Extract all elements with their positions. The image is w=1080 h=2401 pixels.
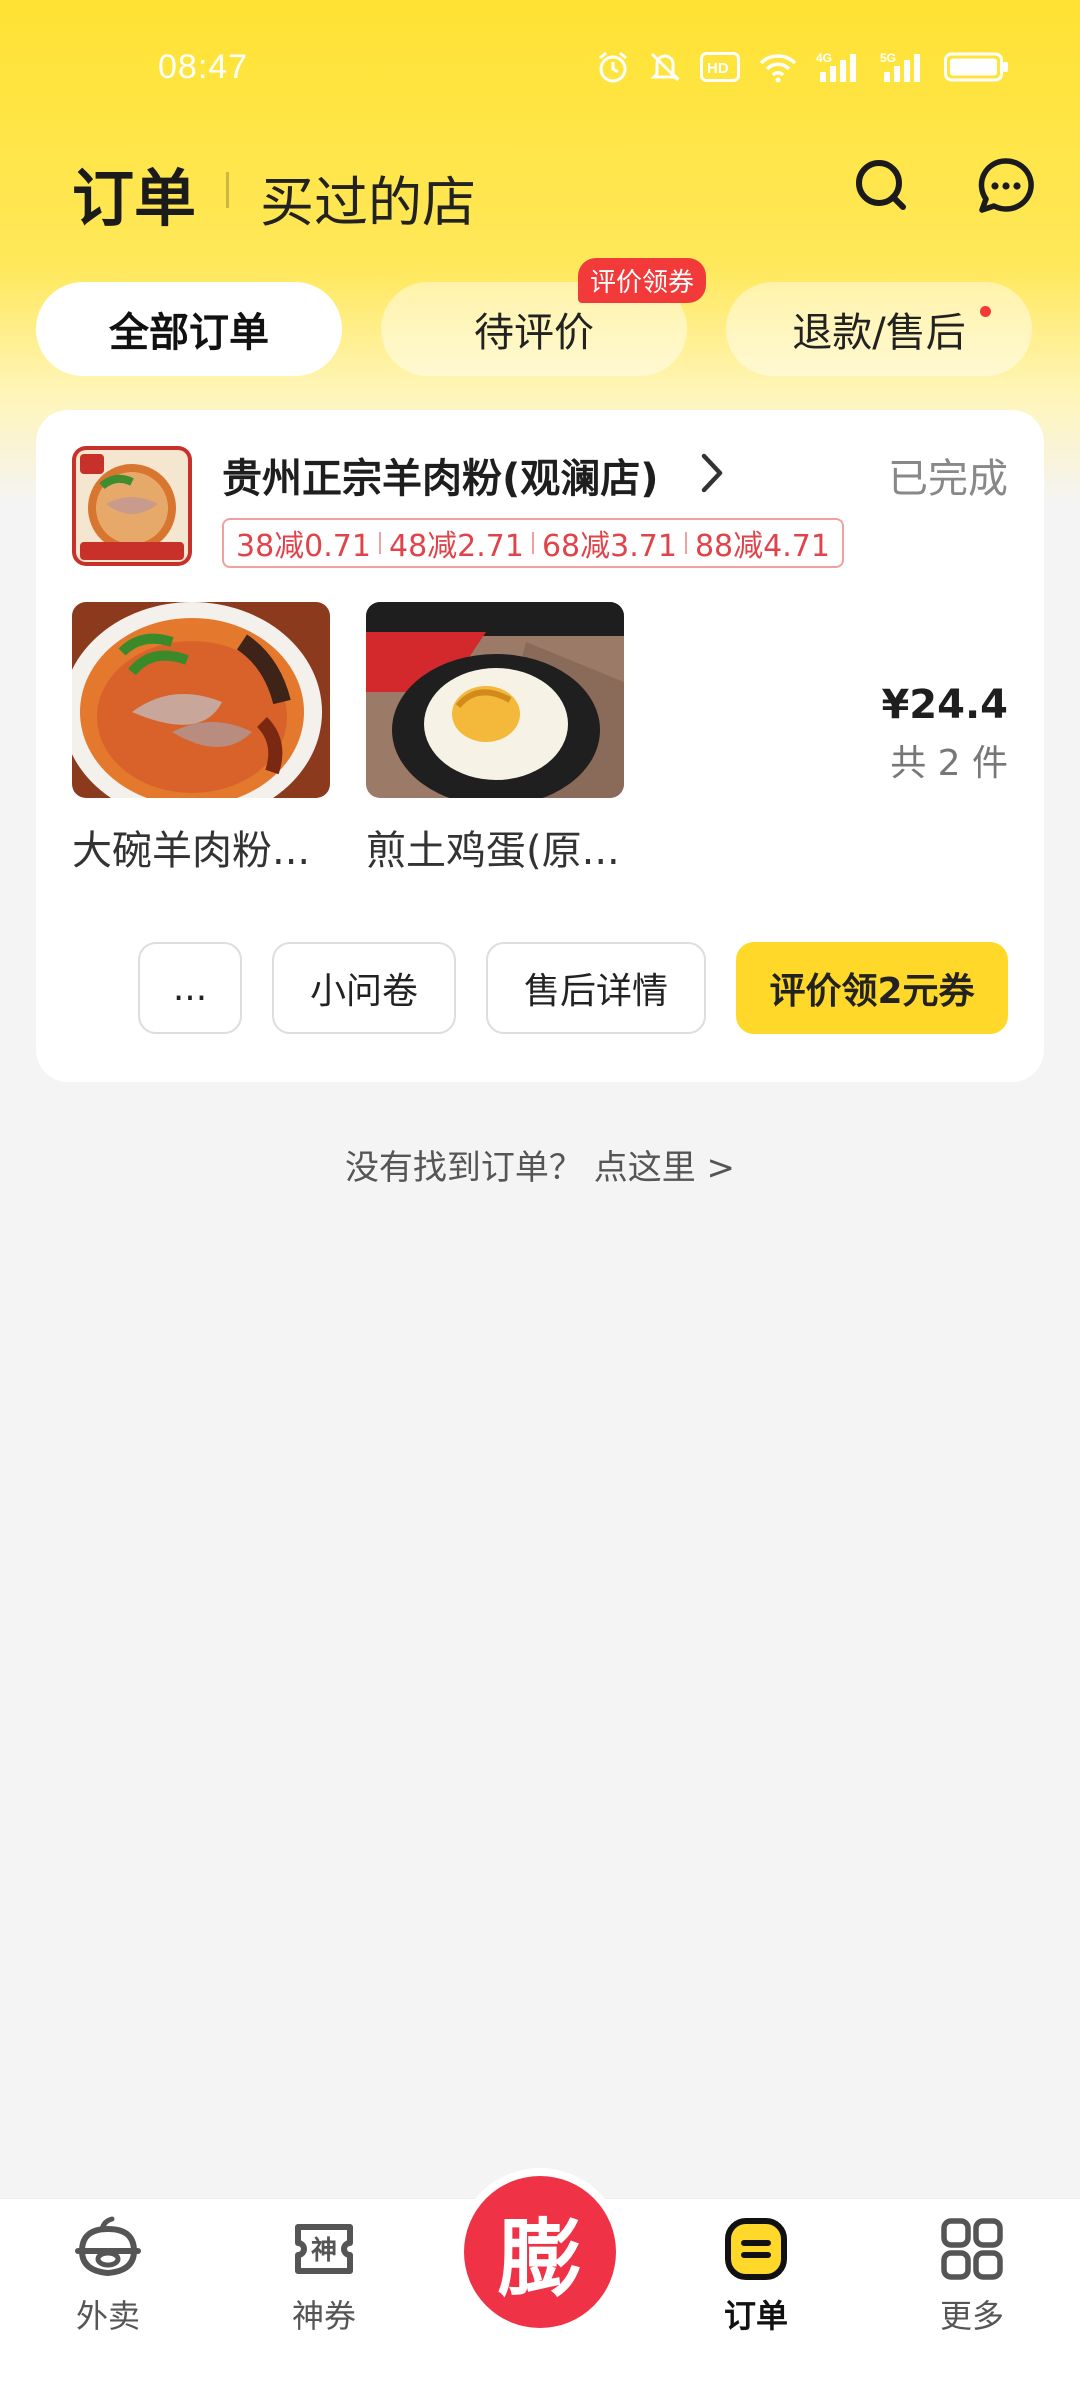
bowl-icon [75,2216,141,2277]
survey-button[interactable]: 小问卷 [272,942,456,1034]
center-logo-glyph: 膨 [497,2208,582,2308]
message-icon[interactable] [976,156,1036,216]
signal-5g-icon: 5G [880,51,920,82]
review-coupon-button[interactable]: 评价领2元券 [736,942,1008,1034]
center-action-button[interactable]: 膨 [456,2168,624,2336]
after-sales-details-button[interactable]: 售后详情 [486,942,706,1034]
item-count: 共 2 件 [890,743,1008,784]
nav-item-orders[interactable]: 订单 [696,2213,816,2337]
dish-name: 煎土鸡蛋(原... [366,828,620,874]
page-header: 订单 买过的店 [0,140,1080,250]
nav-label: 订单 [723,2297,788,2335]
coupon-icon: 神 [295,2224,353,2274]
signal-4g-icon: 4G [816,51,856,82]
nav-item-takeout[interactable]: 外卖 [48,2213,168,2337]
dish-image-fried-egg[interactable] [366,602,624,798]
promo-tags: 38减0.71 48减2.71 68减3.71 88减4.71 [222,518,844,568]
promo-tag: 48减2.71 [388,529,524,564]
title-divider [226,172,229,208]
nav-label: 更多 [939,2297,1004,2335]
status-bar: 08:47 HD 4G 5G [0,0,1080,140]
more-options-button[interactable]: ... [138,942,242,1034]
tab-refund-after-sales[interactable]: 退款/售后 [726,282,1032,376]
review-coupon-badge: 评价领券 [578,258,707,303]
alarm-icon [599,51,627,83]
order-card[interactable]: 贵州正宗羊肉粉(观澜店) 已完成 38减0.71 48减2.71 68减3.71… [36,410,1044,1082]
shop-logo[interactable] [72,446,192,566]
purchased-stores-tab[interactable]: 买过的店 [260,158,476,237]
tab-all-orders[interactable]: 全部订单 [36,282,342,376]
mute-icon [650,52,680,82]
order-not-found-link[interactable]: 没有找到订单？ 点这里 > [0,1140,1080,1189]
notification-dot [980,306,991,317]
order-status: 已完成 [888,456,1008,502]
svg-text:神: 神 [311,2236,337,2266]
battery-icon [944,52,1008,82]
chevron-right-icon[interactable] [696,450,728,496]
center-logo: 膨 [464,2176,616,2328]
status-time: 08:47 [158,48,249,86]
nav-label: 神券 [291,2297,356,2335]
promo-tag: 88减4.71 [694,529,830,564]
search-icon[interactable] [852,156,912,216]
shop-name[interactable]: 贵州正宗羊肉粉(观澜店) [222,446,659,504]
wifi-icon [759,54,797,83]
order-price: ¥24.4 [881,682,1008,728]
svg-text:4G: 4G [816,51,832,65]
promo-tag: 68减3.71 [541,529,677,564]
dish-image-lamb-noodle[interactable] [72,602,330,798]
nav-item-more[interactable]: 更多 [912,2213,1032,2337]
status-icons: HD 4G 5G [596,50,1010,84]
svg-text:5G: 5G [880,51,896,65]
order-icon [725,2218,787,2280]
nav-item-coupons[interactable]: 神 神券 [264,2213,384,2337]
page-title: 订单 [72,162,197,235]
svg-text:HD: HD [707,60,729,77]
dish-name: 大碗羊肉粉... [72,828,311,874]
hd-icon: HD [700,52,740,82]
nav-label: 外卖 [75,2297,140,2335]
promo-tag: 38减0.71 [236,529,371,564]
grid-icon [941,2218,1003,2280]
